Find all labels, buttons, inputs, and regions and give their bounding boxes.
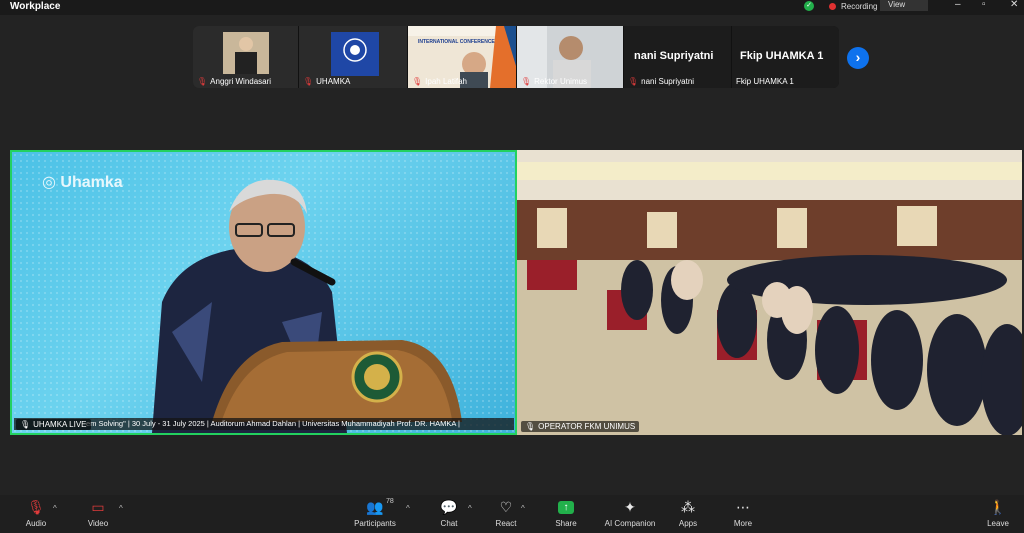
chat-caret-icon[interactable]: ^: [468, 504, 472, 513]
participant-strip: 🎙 Anggri Windasari 🎙 UHAMKA INTERNATIONAL …: [193, 26, 839, 88]
participants-button[interactable]: 👥 Participants: [347, 497, 403, 529]
title-bar: Workplace ✓ Recording View – ▫ ✕: [0, 0, 1024, 15]
chat-icon: 💬: [440, 498, 458, 515]
participants-caret-icon[interactable]: ^: [406, 504, 410, 513]
leave-button[interactable]: 🚶 Leave: [970, 497, 1024, 529]
participant-tile[interactable]: INTERNATIONAL CONFERENCE 🎙 Ipah Latifah: [408, 26, 516, 88]
uhamka-logo-icon: ◎: [42, 174, 56, 191]
participant-tile[interactable]: Fkip UHAMKA 1 Fkip UHAMKA 1: [732, 26, 839, 88]
participant-tile[interactable]: nani Supriyatni 🎙 nani Supriyatni: [624, 26, 731, 88]
mic-icon: 🎙: [525, 422, 536, 431]
mic-muted-icon: 🎙: [197, 77, 208, 86]
react-button[interactable]: ♡ React: [478, 497, 534, 529]
participant-tile[interactable]: 🎙 Anggri Windasari: [193, 26, 298, 88]
participants-count: 78: [386, 498, 394, 505]
view-button[interactable]: View: [880, 0, 928, 11]
chevron-right-icon: ›: [855, 49, 861, 65]
next-page-button[interactable]: ›: [847, 47, 869, 69]
recording-indicator[interactable]: ✓ Recording: [804, 0, 877, 12]
mic-muted-icon: 🎙: [303, 77, 314, 86]
more-button[interactable]: ⋯ More: [715, 497, 771, 529]
camera-off-icon: ▭: [91, 498, 105, 515]
app-title: Workplace: [10, 1, 61, 12]
mic-muted-icon: 🎙: [521, 77, 532, 86]
share-icon: ↑: [556, 497, 576, 517]
restore-icon[interactable]: ▫: [982, 0, 986, 10]
video-caret-icon[interactable]: ^: [119, 504, 123, 513]
recording-dot-icon: [829, 2, 836, 10]
mic-muted-icon: 🎙: [628, 77, 639, 86]
security-shield-icon[interactable]: ✓: [804, 1, 814, 11]
close-icon[interactable]: ✕: [1010, 0, 1018, 10]
meeting-toolbar: 🎙 Audio ^ ▭ Video ^ 👥 Participants 78 ^ …: [0, 495, 1024, 533]
participants-icon: 👥: [366, 498, 384, 515]
audience-scene: [517, 150, 1022, 435]
apps-icon: ⁂: [681, 498, 695, 515]
apps-button[interactable]: ⁂ Apps: [660, 497, 716, 529]
leave-icon: 🚶: [989, 498, 1007, 515]
share-button[interactable]: ↑ Share: [538, 497, 594, 528]
ai-companion-button[interactable]: ✦ AI Companion: [602, 497, 658, 529]
participant-tile[interactable]: 🎙 UHAMKA: [299, 26, 407, 88]
audio-caret-icon[interactable]: ^: [53, 504, 57, 513]
sparkle-icon: ✦: [624, 498, 636, 515]
mic-muted-icon: 🎙: [412, 77, 423, 86]
react-caret-icon[interactable]: ^: [521, 504, 525, 513]
minimize-icon[interactable]: –: [955, 0, 961, 10]
more-icon: ⋯: [736, 498, 750, 515]
video-button[interactable]: ▭ Video: [70, 497, 126, 529]
mic-muted-icon: 🎙: [27, 498, 45, 515]
video-name-label: 🎙 OPERATOR FKM UNIMUS: [521, 421, 640, 432]
recording-label: Recording: [841, 1, 878, 11]
brand-watermark: ◎ Uhamka: [42, 174, 123, 191]
participant-tile[interactable]: 🎙 Rektor Unimus: [517, 26, 623, 88]
participant-video-main[interactable]: 🎙 OPERATOR FKM UNIMUS: [517, 150, 1022, 435]
speaker-scene: [12, 152, 515, 433]
video-name-label: 🎙 UHAMKA LIVE: [16, 419, 91, 430]
active-speaker-video[interactable]: ◎ Uhamka em Solving" | 30 July - 31 July…: [10, 150, 517, 435]
mic-icon: 🎙: [20, 420, 31, 429]
heart-icon: ♡: [499, 498, 513, 515]
